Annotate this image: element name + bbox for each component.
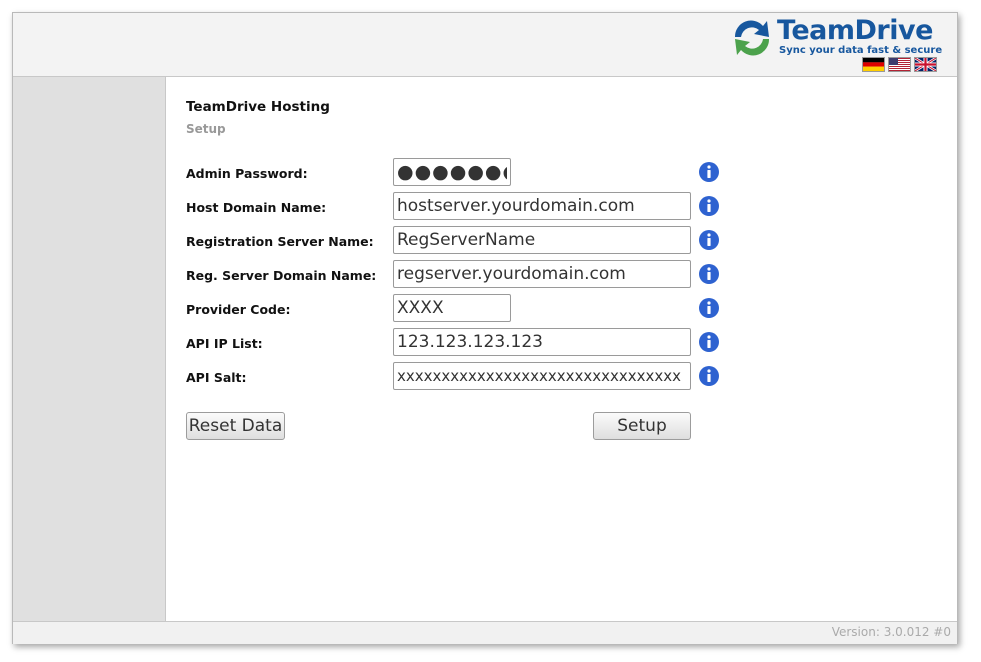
uk-flag-icon[interactable] <box>914 57 937 72</box>
setup-button[interactable]: Setup <box>593 412 691 440</box>
api-salt-label: API Salt: <box>186 370 247 385</box>
german-flag-icon[interactable] <box>862 57 885 72</box>
api-ip-list-label: API IP List: <box>186 336 263 351</box>
us-flag-icon[interactable] <box>888 57 911 72</box>
teamdrive-logo-icon <box>734 20 770 56</box>
info-icon[interactable] <box>698 331 720 353</box>
registration-server-label: Registration Server Name: <box>186 234 374 249</box>
version-text: Version: 3.0.012 #0 <box>831 625 951 639</box>
provider-code-label: Provider Code: <box>186 302 291 317</box>
reg-server-domain-input[interactable] <box>393 260 691 288</box>
info-icon[interactable] <box>698 229 720 251</box>
admin-password-input[interactable] <box>393 158 511 186</box>
provider-code-input[interactable] <box>393 294 511 322</box>
language-selector <box>862 57 937 72</box>
info-icon[interactable] <box>698 297 720 319</box>
brand-name: TeamDrive <box>777 15 933 46</box>
page-title: TeamDrive Hosting <box>186 99 330 115</box>
sidebar <box>13 77 166 621</box>
reg-server-domain-label: Reg. Server Domain Name: <box>186 268 377 283</box>
footer-bar: Version: 3.0.012 #0 <box>13 621 957 644</box>
teamdrive-logo[interactable]: TeamDrive Sync your data fast & secure <box>729 15 943 63</box>
admin-password-label: Admin Password: <box>186 166 308 181</box>
reset-data-button[interactable]: Reset Data <box>186 412 285 440</box>
main-content: TeamDrive Hosting Setup Admin Password: … <box>166 77 957 621</box>
browser-window: TeamDrive Sync your data fast & secure T… <box>12 12 958 644</box>
page-subtitle: Setup <box>186 122 226 136</box>
info-icon[interactable] <box>698 195 720 217</box>
brand-tagline: Sync your data fast & secure <box>779 45 943 56</box>
host-domain-label: Host Domain Name: <box>186 200 327 215</box>
info-icon[interactable] <box>698 161 720 183</box>
api-salt-input[interactable] <box>393 362 691 390</box>
info-icon[interactable] <box>698 365 720 387</box>
host-domain-input[interactable] <box>393 192 691 220</box>
registration-server-input[interactable] <box>393 226 691 254</box>
info-icon[interactable] <box>698 263 720 285</box>
header-bar: TeamDrive Sync your data fast & secure <box>13 13 957 77</box>
api-ip-list-input[interactable] <box>393 328 691 356</box>
